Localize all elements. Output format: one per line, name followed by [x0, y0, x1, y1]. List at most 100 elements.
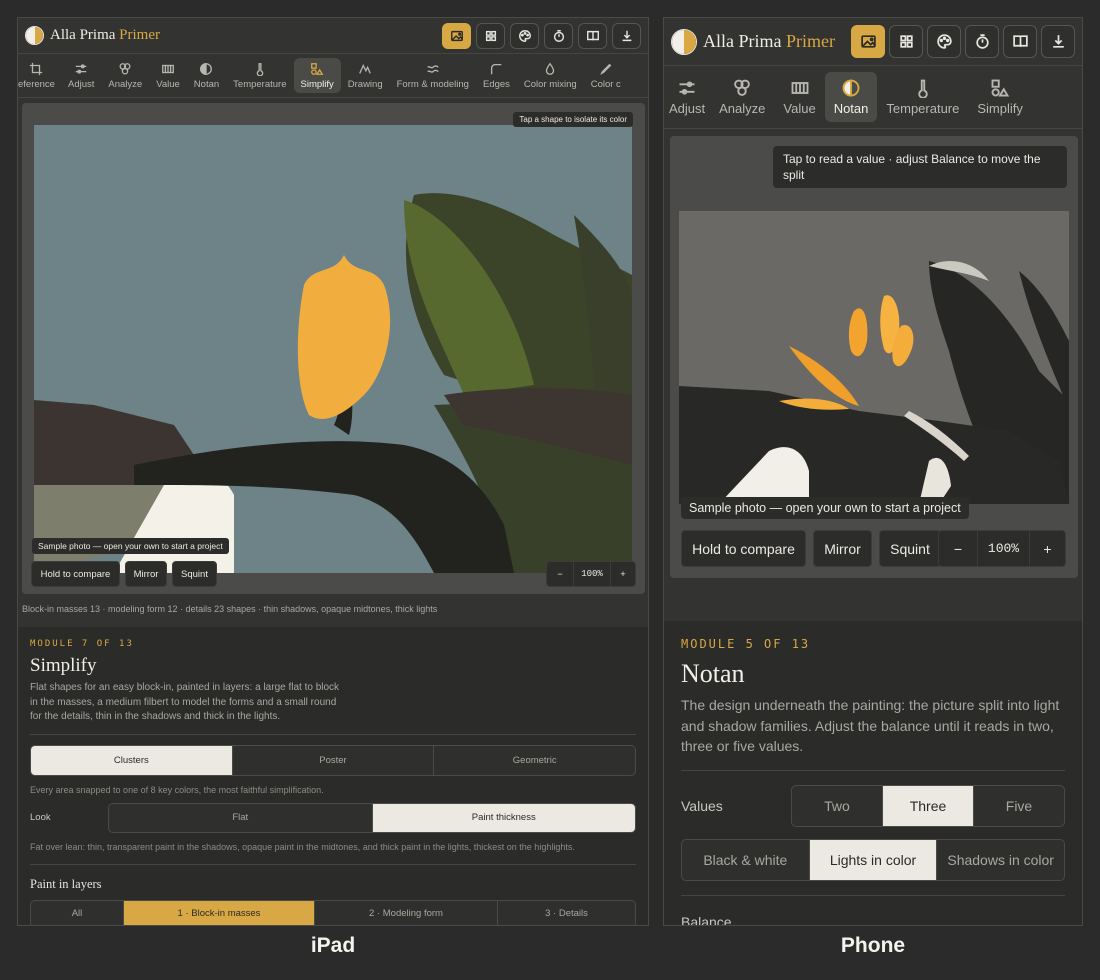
download-icon: [622, 30, 631, 41]
zoom-in-button[interactable]: +: [1030, 531, 1065, 566]
logo-icon: [25, 26, 44, 45]
palette-button[interactable]: [927, 25, 961, 58]
tab-form-modeling[interactable]: Form & modeling: [390, 58, 476, 93]
layer-all[interactable]: All: [31, 901, 123, 926]
look-paint-thickness[interactable]: Paint thickness: [371, 803, 635, 832]
book-icon: [586, 30, 599, 41]
color-shadows-in-color[interactable]: Shadows in color: [936, 839, 1064, 880]
brand: Alla Prima Primer: [671, 28, 835, 55]
crop-icon: [30, 62, 43, 75]
canvas-stage: Tap to read a value · adjust Balance to …: [670, 136, 1078, 578]
layers-title: Paint in layers: [30, 876, 102, 891]
module-tabs: Adjust Analyze Value Notan Temperature S…: [664, 66, 1082, 129]
export-button[interactable]: [612, 22, 641, 49]
toolbar: [437, 22, 641, 49]
tab-analyze[interactable]: Analyze: [710, 72, 774, 122]
grid-button[interactable]: [889, 25, 923, 58]
color-black-white[interactable]: Black & white: [682, 840, 809, 880]
edge-icon: [491, 63, 502, 74]
tab-notan[interactable]: Notan: [187, 58, 226, 93]
tab-notan[interactable]: Notan: [824, 72, 878, 122]
color-mode-selector: Black & white Lights in color Shadows in…: [681, 838, 1065, 881]
module-title: Simplify: [30, 655, 97, 676]
mirror-button[interactable]: Mirror: [813, 530, 872, 567]
tab-adjust[interactable]: Adjust: [664, 72, 710, 122]
grid-icon: [485, 30, 496, 41]
image-icon: [860, 35, 876, 48]
look-flat[interactable]: Flat: [109, 804, 372, 832]
values-three[interactable]: Three: [882, 785, 973, 826]
palette-icon: [518, 29, 531, 42]
thermometer-icon: [918, 79, 928, 98]
palette-icon: [936, 34, 952, 49]
simplified-photo[interactable]: [34, 125, 632, 573]
export-button[interactable]: [1041, 25, 1075, 58]
color-lights-in-color[interactable]: Lights in color: [808, 839, 937, 880]
ipad-caption: iPad: [310, 934, 356, 957]
tab-value[interactable]: Value: [149, 58, 187, 93]
mode-geometric[interactable]: Geometric: [433, 745, 635, 775]
zoom-in-button[interactable]: +: [611, 562, 635, 586]
values-two[interactable]: Two: [792, 786, 882, 826]
canvas-stage: Tap a shape to isolate its color Sample …: [22, 103, 645, 594]
guide-button[interactable]: [1003, 25, 1037, 58]
mode-note: Every area snapped to one of 8 key color…: [30, 784, 324, 795]
half-circle-icon: [842, 79, 860, 97]
brand: Alla Prima Primer: [25, 26, 160, 45]
balance-label: Balance: [681, 913, 732, 926]
timer-icon: [975, 34, 989, 49]
photo-button[interactable]: [442, 22, 471, 49]
palette-button[interactable]: [510, 22, 539, 49]
tab-temperature[interactable]: Temperature: [226, 58, 293, 93]
zoom-out-button[interactable]: −: [939, 531, 977, 566]
tab-drawing[interactable]: Drawing: [341, 58, 390, 93]
thermometer-icon: [256, 62, 264, 76]
tab-color-mixing[interactable]: Color mixing: [517, 58, 584, 93]
tab-value[interactable]: Value: [774, 72, 824, 122]
layer-modeling[interactable]: 2 · Modeling form: [314, 900, 497, 925]
squint-button[interactable]: Squint: [172, 561, 217, 587]
layer-details[interactable]: 3 · Details: [497, 900, 635, 925]
notan-flower-image: [679, 211, 1069, 504]
look-label: Look: [30, 812, 51, 823]
sliders-icon: [75, 63, 87, 74]
photo-button[interactable]: [851, 25, 885, 58]
layer-selector: All 1 · Block-in masses 2 · Modeling for…: [30, 899, 636, 926]
tab-color[interactable]: Color c: [584, 58, 628, 93]
hold-to-compare-button[interactable]: Hold to compare: [31, 561, 120, 587]
guide-button[interactable]: [578, 22, 607, 49]
zoom-out-button[interactable]: −: [547, 562, 573, 586]
squint-button[interactable]: Squint: [879, 530, 941, 567]
mirror-button[interactable]: Mirror: [125, 561, 167, 587]
phone-screen: Alla Prima Primer Adjust Analyze Value N…: [663, 17, 1083, 926]
module-counter: MODULE 7 OF 13: [30, 639, 134, 649]
mode-clusters[interactable]: Clusters: [31, 745, 232, 775]
values-five[interactable]: Five: [973, 785, 1064, 826]
values-row: Values Two Three Five: [681, 784, 1065, 827]
tab-analyze[interactable]: Analyze: [101, 58, 149, 93]
zoom-level: 100%: [573, 562, 611, 586]
hold-to-compare-button[interactable]: Hold to compare: [681, 530, 806, 567]
mode-poster[interactable]: Poster: [231, 745, 434, 775]
circles-icon: [734, 79, 751, 96]
tab-simplify[interactable]: Simplify: [968, 72, 1032, 122]
look-selector: Flat Paint thickness: [108, 802, 636, 833]
module-description: Flat shapes for an easy block-in, painte…: [30, 682, 340, 722]
module-title: Notan: [681, 659, 745, 688]
layer-block-in[interactable]: 1 · Block-in masses: [123, 900, 314, 925]
tab-adjust[interactable]: Adjust: [61, 58, 101, 93]
notan-photo[interactable]: [679, 211, 1069, 504]
tab-simplify[interactable]: Simplify: [293, 58, 341, 93]
zoom-control: − 100% +: [938, 530, 1066, 567]
look-row: Look Flat Paint thickness: [30, 802, 636, 833]
wave-icon: [427, 64, 439, 73]
grid-button[interactable]: [476, 22, 505, 49]
tab-reference[interactable]: eference: [18, 58, 61, 93]
module-counter: MODULE 5 OF 13: [681, 637, 811, 651]
timer-button[interactable]: [965, 25, 999, 58]
tab-edges[interactable]: Edges: [476, 58, 517, 93]
tab-temperature[interactable]: Temperature: [877, 72, 968, 122]
hint-tooltip: Tap to read a value · adjust Balance to …: [773, 146, 1067, 188]
timer-button[interactable]: [544, 22, 573, 49]
half-circle-icon: [200, 62, 213, 75]
